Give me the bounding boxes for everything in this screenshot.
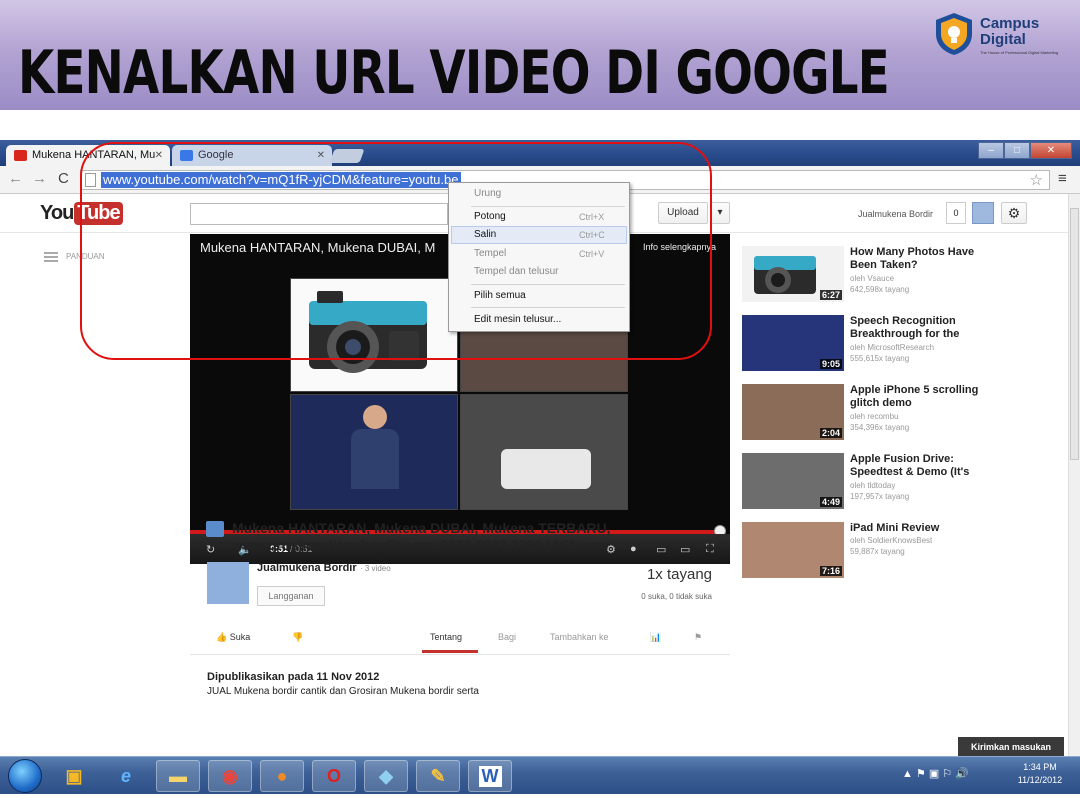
suggestion-item[interactable]: 2:04 Apple iPhone 5 scrolling glitch dem… — [742, 384, 1062, 444]
brand-name-line1: Campus — [980, 15, 1040, 32]
suggestion-item[interactable]: 7:16 iPad Mini Review oleh SoldierKnowsB… — [742, 522, 1062, 582]
brand-logo: Campus Digital The House of Professional… — [934, 12, 1074, 68]
suggestion-title[interactable]: iPad Mini Review — [850, 522, 1000, 535]
suggestion-views: 642,598x tayang — [850, 285, 910, 294]
taskbar: ▣ e ▬ ◉ ● O ◆ ✎ W ▲ ⚑ ▣ ⚐ 🔊 1:34 PM 11/1… — [0, 756, 1080, 794]
duration-badge: 4:49 — [819, 497, 842, 507]
duration-badge: 7:16 — [819, 566, 842, 576]
brand-tagline: The House of Professional Digital Market… — [980, 50, 1059, 55]
video-icon — [206, 521, 224, 537]
suggestion-thumbnail[interactable]: 9:05 — [742, 315, 844, 371]
duration-badge: 6:27 — [819, 290, 842, 300]
fullscreen-icon[interactable]: ⛶ — [706, 543, 714, 556]
scrollbar-thumb[interactable] — [1070, 208, 1079, 460]
owner-video-count: · 3 video — [360, 564, 391, 573]
word-icon[interactable]: W — [468, 760, 512, 792]
clock-date: 11/12/2012 — [1017, 775, 1063, 785]
suggestion-views: 197,957x tayang — [850, 492, 910, 501]
video-description: JUAL Mukena bordir cantik dan Grosiran M… — [207, 686, 479, 697]
upload-dropdown-button[interactable]: ▾ — [710, 202, 730, 224]
tab-add-to[interactable]: Tambahkan ke — [550, 632, 609, 642]
suggestion-channel: oleh Vsauce — [850, 274, 895, 283]
suggestion-views: 59,887x tayang — [850, 547, 905, 556]
video-frame-macmini — [460, 394, 628, 510]
suggestion-channel: oleh MicrosoftResearch — [850, 343, 935, 352]
reload-icon[interactable]: C — [58, 170, 69, 187]
forward-arrow-icon[interactable]: → — [32, 170, 47, 187]
chrome-icon[interactable]: ◉ — [208, 760, 252, 792]
window-controls: – □ ✕ — [978, 142, 1072, 160]
owner-avatar[interactable] — [207, 562, 249, 604]
system-tray[interactable]: ▲ ⚑ ▣ ⚐ 🔊 — [902, 767, 969, 780]
suggestion-thumbnail[interactable]: 2:04 — [742, 384, 844, 440]
published-date: Dipublikasikan pada 11 Nov 2012 — [207, 671, 380, 683]
suggestion-views: 354,396x tayang — [850, 423, 910, 432]
notification-count[interactable]: 0 — [946, 202, 966, 224]
suggestion-views: 555,615x tayang — [850, 354, 910, 363]
minimize-icon[interactable]: – — [978, 142, 1004, 159]
shield-logo-icon — [936, 13, 972, 55]
tab-share[interactable]: Bagi — [498, 632, 516, 642]
subscribe-button[interactable]: Langganan — [257, 586, 325, 606]
active-tab-underline — [422, 650, 478, 653]
suggestion-title[interactable]: How Many Photos Have Been Taken? — [850, 246, 1000, 272]
back-arrow-icon[interactable]: ← — [8, 170, 23, 187]
stats-icon[interactable]: 📊 — [650, 632, 661, 643]
video-title: Mukena HANTARAN, Mukena DUBAI, Mukena TE… — [232, 520, 611, 553]
highlight-annotation — [80, 142, 712, 360]
suggestion-channel: oleh tldtoday — [850, 481, 896, 490]
firefox-icon[interactable]: ● — [260, 760, 304, 792]
like-button[interactable]: 👍 Suka — [216, 632, 250, 643]
suggestion-item[interactable]: 4:49 Apple Fusion Drive: Speedtest & Dem… — [742, 453, 1062, 513]
clock-time: 1:34 PM — [1023, 762, 1057, 772]
suggestion-thumbnail[interactable]: 7:16 — [742, 522, 844, 578]
suggestion-channel: oleh recombu — [850, 412, 899, 421]
dislike-icon[interactable]: 👎 — [292, 632, 303, 643]
video-frame-speaker — [290, 394, 458, 510]
suggestion-thumbnail[interactable]: 4:49 — [742, 453, 844, 509]
suggestion-title[interactable]: Apple iPhone 5 scrolling glitch demo — [850, 384, 1000, 410]
replay-icon[interactable]: ↻ — [206, 543, 215, 556]
suggestion-item[interactable]: 9:05 Speech Recognition Breakthrough for… — [742, 315, 1062, 375]
bookmark-star-icon[interactable]: ☆ — [1030, 171, 1043, 189]
view-count: 1x tayang — [646, 566, 712, 583]
suggestion-item[interactable]: 6:27 How Many Photos Have Been Taken? ol… — [742, 246, 1062, 306]
settings-gear-icon[interactable]: ⚙ — [1001, 202, 1027, 224]
username[interactable]: Jualmukena Bordir — [858, 209, 933, 219]
hamburger-icon — [44, 252, 58, 262]
logo-you: You — [40, 202, 74, 224]
paint-icon[interactable]: ✎ — [416, 760, 460, 792]
maximize-icon[interactable]: □ — [1004, 142, 1030, 159]
opera-icon[interactable]: O — [312, 760, 356, 792]
app-icon[interactable]: ◆ — [364, 760, 408, 792]
suggestion-title[interactable]: Speech Recognition Breakthrough for the — [850, 315, 1000, 341]
brand-name-line2: Digital — [980, 31, 1026, 48]
vertical-scrollbar[interactable] — [1068, 194, 1080, 756]
slide-title: KENALKAN URL VIDEO DI GOOGLE — [18, 38, 890, 108]
like-label: Suka — [229, 632, 251, 642]
owner-name[interactable]: Jualmukena Bordir — [257, 562, 357, 574]
action-divider — [190, 654, 730, 655]
clock[interactable]: 1:34 PM 11/12/2012 — [1010, 761, 1070, 787]
start-button[interactable] — [8, 759, 42, 793]
duration-badge: 2:04 — [819, 428, 842, 438]
large-player-icon[interactable]: ▭ — [680, 543, 690, 556]
feedback-button[interactable]: Kirimkan masukan — [958, 737, 1064, 756]
menu-icon[interactable]: ≡ — [1058, 170, 1067, 187]
suggestion-thumbnail[interactable]: 6:27 — [742, 246, 844, 302]
close-window-icon[interactable]: ✕ — [1030, 142, 1072, 159]
suggestion-channel: oleh SoldierKnowsBest — [850, 536, 933, 545]
likes-count: 0 suka, 0 tidak suka — [641, 592, 712, 601]
tab-about[interactable]: Tentang — [430, 632, 462, 642]
avatar[interactable] — [972, 202, 994, 224]
media-player-icon[interactable]: ▣ — [52, 760, 96, 792]
flag-icon[interactable]: ⚑ — [694, 632, 702, 643]
file-explorer-icon[interactable]: ▬ — [156, 760, 200, 792]
bottom-strip — [0, 794, 1080, 810]
youtube-favicon-icon — [14, 150, 27, 161]
suggestion-title[interactable]: Apple Fusion Drive: Speedtest & Demo (It… — [850, 453, 1000, 479]
duration-badge: 9:05 — [819, 359, 842, 369]
internet-explorer-icon[interactable]: e — [104, 760, 148, 792]
